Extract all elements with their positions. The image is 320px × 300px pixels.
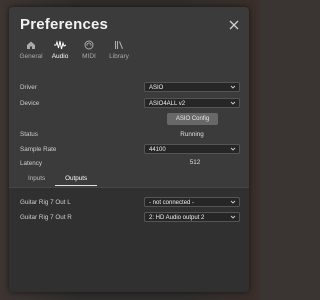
tab-inputs[interactable]: Inputs — [18, 174, 55, 185]
output-value: 2: HD Audio output 2 — [149, 215, 205, 221]
close-button[interactable] — [228, 18, 240, 30]
tab-midi[interactable]: MIDI — [76, 39, 102, 67]
tab-library[interactable]: Library — [105, 39, 133, 67]
device-value: ASIO4ALL v2 — [149, 101, 186, 107]
output-value: - not connected - — [149, 200, 195, 206]
driver-value: ASIO — [149, 85, 164, 91]
library-icon — [112, 39, 126, 51]
midi-icon — [82, 39, 96, 51]
latency-value: 512 — [189, 159, 201, 166]
preferences-dialog: Preferences General Audio MIDI Library D… — [9, 7, 249, 292]
device-select[interactable]: ASIO4ALL v2 — [144, 98, 240, 108]
routing-tabs: Inputs Outputs — [18, 174, 98, 186]
latency-label: Latency — [20, 160, 43, 167]
tab-audio-label: Audio — [51, 53, 69, 60]
close-icon — [229, 20, 239, 30]
chevron-down-icon — [230, 85, 236, 89]
tab-midi-label: MIDI — [82, 53, 96, 60]
sample-rate-select[interactable]: 44100 — [144, 144, 240, 154]
home-icon — [24, 39, 38, 51]
status-value: Running — [180, 131, 204, 138]
tab-outputs[interactable]: Outputs — [55, 174, 98, 186]
outputs-panel: Guitar Rig 7 Out L - not connected - Gui… — [9, 187, 249, 292]
asio-config-button[interactable]: ASIO Config — [167, 113, 218, 125]
output-select[interactable]: 2: HD Audio output 2 — [144, 212, 240, 222]
device-label: Device — [20, 100, 40, 107]
chevron-down-icon — [230, 200, 236, 204]
output-name: Guitar Rig 7 Out R — [20, 214, 72, 221]
audio-wave-icon — [53, 39, 67, 51]
status-label: Status — [20, 131, 38, 138]
preferences-tabs: General Audio MIDI Library — [18, 39, 136, 67]
chevron-down-icon — [230, 147, 236, 151]
driver-label: Driver — [20, 84, 37, 91]
sample-rate-value: 44100 — [149, 147, 166, 153]
sample-rate-label: Sample Rate — [20, 146, 57, 153]
chevron-down-icon — [230, 101, 236, 105]
tab-audio[interactable]: Audio — [47, 39, 73, 67]
chevron-down-icon — [230, 215, 236, 219]
tab-general[interactable]: General — [18, 39, 44, 67]
tab-library-label: Library — [109, 53, 129, 60]
driver-select[interactable]: ASIO — [144, 82, 240, 92]
output-name: Guitar Rig 7 Out L — [20, 199, 71, 206]
output-select[interactable]: - not connected - — [144, 197, 240, 207]
tab-general-label: General — [19, 53, 43, 60]
dialog-title: Preferences — [20, 16, 109, 33]
